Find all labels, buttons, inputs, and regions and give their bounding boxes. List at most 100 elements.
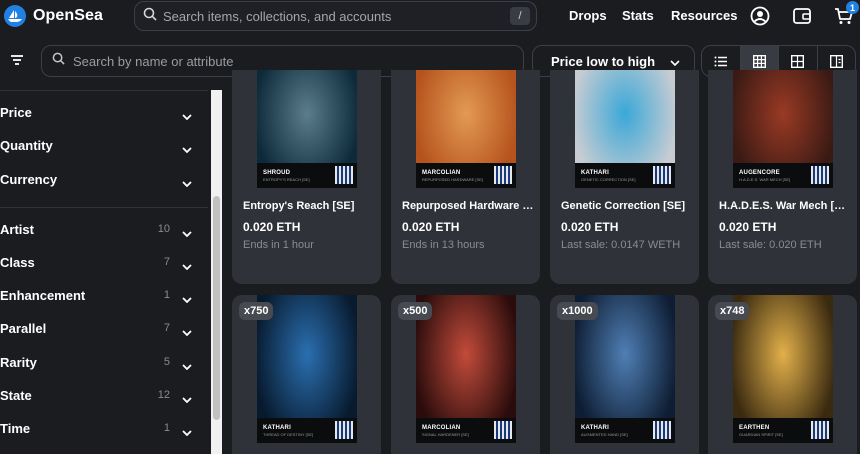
filter-label: Time	[0, 420, 31, 436]
quantity-badge: x500	[398, 302, 433, 320]
artwork-maker: KATHARI	[581, 170, 609, 176]
artwork-maker: MARCOLIAN	[422, 170, 461, 176]
opensea-boat-icon	[4, 5, 26, 27]
filter-label: Enhancement	[0, 287, 86, 303]
filter-label: Class	[0, 254, 35, 270]
item-status: Ends in 13 hours	[402, 239, 485, 251]
item-price: 0.020 ETH	[561, 220, 619, 234]
global-search-input[interactable]: Search items, collections, and accounts …	[134, 1, 537, 31]
artwork-caption: KATHARI THREAD OF DESTINY [SE]	[257, 418, 357, 443]
nft-card[interactable]: KATHARI AUGMENTED HAND [SE] x1000	[550, 295, 699, 454]
sort-label: Price low to high	[551, 53, 656, 69]
artwork-maker: EARTHEN	[739, 425, 770, 431]
artwork-caption: AUGENCORE H.A.D.E.S. WAR MECH [SE]	[733, 163, 833, 188]
artwork-caption: SHROUD ENTROPY'S REACH [SE]	[257, 163, 357, 188]
filter-quantity[interactable]: Quantity	[0, 131, 200, 159]
qr-code-icon	[811, 421, 829, 439]
item-name: H.A.D.E.S. War Mech [SE]	[719, 200, 851, 212]
opensea-logo[interactable]: OpenSea	[4, 5, 103, 27]
filter-lines-icon	[11, 55, 23, 65]
nft-artwork[interactable]: AUGENCORE H.A.D.E.S. WAR MECH [SE]	[733, 70, 833, 188]
filter-rarity[interactable]: Rarity 5	[0, 348, 200, 376]
filter-sidebar: Price Quantity Currency Artist 10 Class 7 Enhan…	[0, 90, 222, 454]
artwork-maker: SHROUD	[263, 170, 291, 176]
artwork-subtitle: H.A.D.E.S. WAR MECH [SE]	[739, 177, 791, 182]
item-name: Entropy's Reach [SE]	[243, 200, 355, 212]
quantity-badge: x1000	[557, 302, 598, 320]
filter-enhancement[interactable]: Enhancement 1	[0, 281, 200, 309]
wallet-icon[interactable]	[791, 5, 813, 27]
qr-code-icon	[494, 166, 512, 184]
attribute-search-placeholder: Search by name or attribute	[73, 53, 234, 69]
filter-label: Rarity	[0, 354, 37, 370]
filter-label: Parallel	[0, 320, 47, 336]
profile-icon[interactable]	[749, 5, 771, 27]
artwork-subtitle: REPURPOSED HARDWARE [SE]	[422, 177, 483, 182]
search-shortcut-key: /	[510, 7, 530, 25]
chevron-down-icon	[182, 290, 192, 308]
cart-count-badge: 1	[846, 1, 859, 14]
item-status: Last sale: 0.020 ETH	[719, 239, 822, 251]
item-status: Last sale: 0.0147 WETH	[561, 239, 681, 251]
quantity-badge: x748	[715, 302, 750, 320]
cart-icon[interactable]: 1	[833, 1, 859, 27]
nft-card[interactable]: AUGENCORE H.A.D.E.S. WAR MECH [SE] H.A.D.E…	[708, 70, 857, 284]
nft-card[interactable]: KATHARI GENETIC CORRECTION [SE] Genetic Co…	[550, 70, 699, 284]
nav-stats-link[interactable]: Stats	[622, 8, 654, 23]
filter-count: 1	[163, 422, 170, 434]
item-price: 0.020 ETH	[243, 220, 301, 234]
quantity-badge: x750	[239, 302, 274, 320]
filter-artist[interactable]: Artist 10	[0, 215, 200, 243]
filter-class[interactable]: Class 7	[0, 248, 200, 276]
filter-state[interactable]: State 12	[0, 381, 200, 409]
artwork-subtitle: GENETIC CORRECTION [SE]	[581, 177, 636, 182]
sidebar-divider	[0, 207, 208, 208]
search-icon	[52, 52, 65, 70]
nft-artwork[interactable]: SHROUD ENTROPY'S REACH [SE]	[257, 70, 357, 188]
filter-count: 12	[157, 389, 170, 401]
nft-card[interactable]: MARCOLIAN SIGNAL HARDENER [SE] x500	[391, 295, 540, 454]
nft-card[interactable]: MARCOLIAN REPURPOSED HARDWARE [SE] Repurpo…	[391, 70, 540, 284]
global-search-placeholder: Search items, collections, and accounts	[163, 8, 392, 24]
nft-artwork[interactable]: KATHARI GENETIC CORRECTION [SE]	[575, 70, 675, 188]
nft-card[interactable]: KATHARI THREAD OF DESTINY [SE] x750	[232, 295, 381, 454]
artwork-caption: EARTHEN GUARDIAN SPIRIT [SE]	[733, 418, 833, 443]
filter-parallel[interactable]: Parallel 7	[0, 314, 200, 342]
chevron-down-icon	[182, 390, 192, 408]
nft-card[interactable]: SHROUD ENTROPY'S REACH [SE] Entropy's Reac…	[232, 70, 381, 284]
artwork-subtitle: SIGNAL HARDENER [SE]	[422, 432, 469, 437]
large-grid-view-icon	[791, 54, 805, 68]
chevron-down-icon	[182, 140, 192, 158]
filter-label: Artist	[0, 221, 34, 237]
search-icon	[143, 7, 157, 26]
grid-view-icon	[752, 54, 766, 68]
sidebar-scrollbar-thumb[interactable]	[213, 196, 220, 420]
nav-drops-link[interactable]: Drops	[569, 8, 607, 23]
filter-price[interactable]: Price	[0, 98, 200, 126]
chevron-down-icon	[182, 257, 192, 275]
artwork-subtitle: ENTROPY'S REACH [SE]	[263, 177, 310, 182]
item-name: Repurposed Hardware [S...	[402, 200, 534, 212]
filter-count: 7	[163, 322, 170, 334]
qr-code-icon	[811, 166, 829, 184]
filter-label: Currency	[0, 171, 58, 187]
artwork-subtitle: AUGMENTED HAND [SE]	[581, 432, 628, 437]
filter-count: 10	[157, 223, 170, 235]
brand-name: OpenSea	[33, 7, 104, 24]
filter-label: State	[0, 387, 32, 403]
nft-artwork[interactable]: MARCOLIAN REPURPOSED HARDWARE [SE]	[416, 70, 516, 188]
item-status: Ends in 1 hour	[243, 239, 314, 251]
filter-toggle-button[interactable]	[4, 47, 30, 73]
artwork-caption: KATHARI GENETIC CORRECTION [SE]	[575, 163, 675, 188]
filter-count: 5	[163, 356, 170, 368]
nav-resources-link[interactable]: Resources	[671, 8, 737, 23]
filter-time[interactable]: Time 1	[0, 414, 200, 442]
split-view-icon	[829, 54, 843, 68]
artwork-caption: MARCOLIAN REPURPOSED HARDWARE [SE]	[416, 163, 516, 188]
artwork-caption: KATHARI AUGMENTED HAND [SE]	[575, 418, 675, 443]
chevron-down-icon	[182, 323, 192, 341]
artwork-maker: MARCOLIAN	[422, 425, 461, 431]
artwork-maker: KATHARI	[263, 425, 291, 431]
filter-currency[interactable]: Currency	[0, 165, 200, 193]
nft-card[interactable]: EARTHEN GUARDIAN SPIRIT [SE] x748	[708, 295, 857, 454]
